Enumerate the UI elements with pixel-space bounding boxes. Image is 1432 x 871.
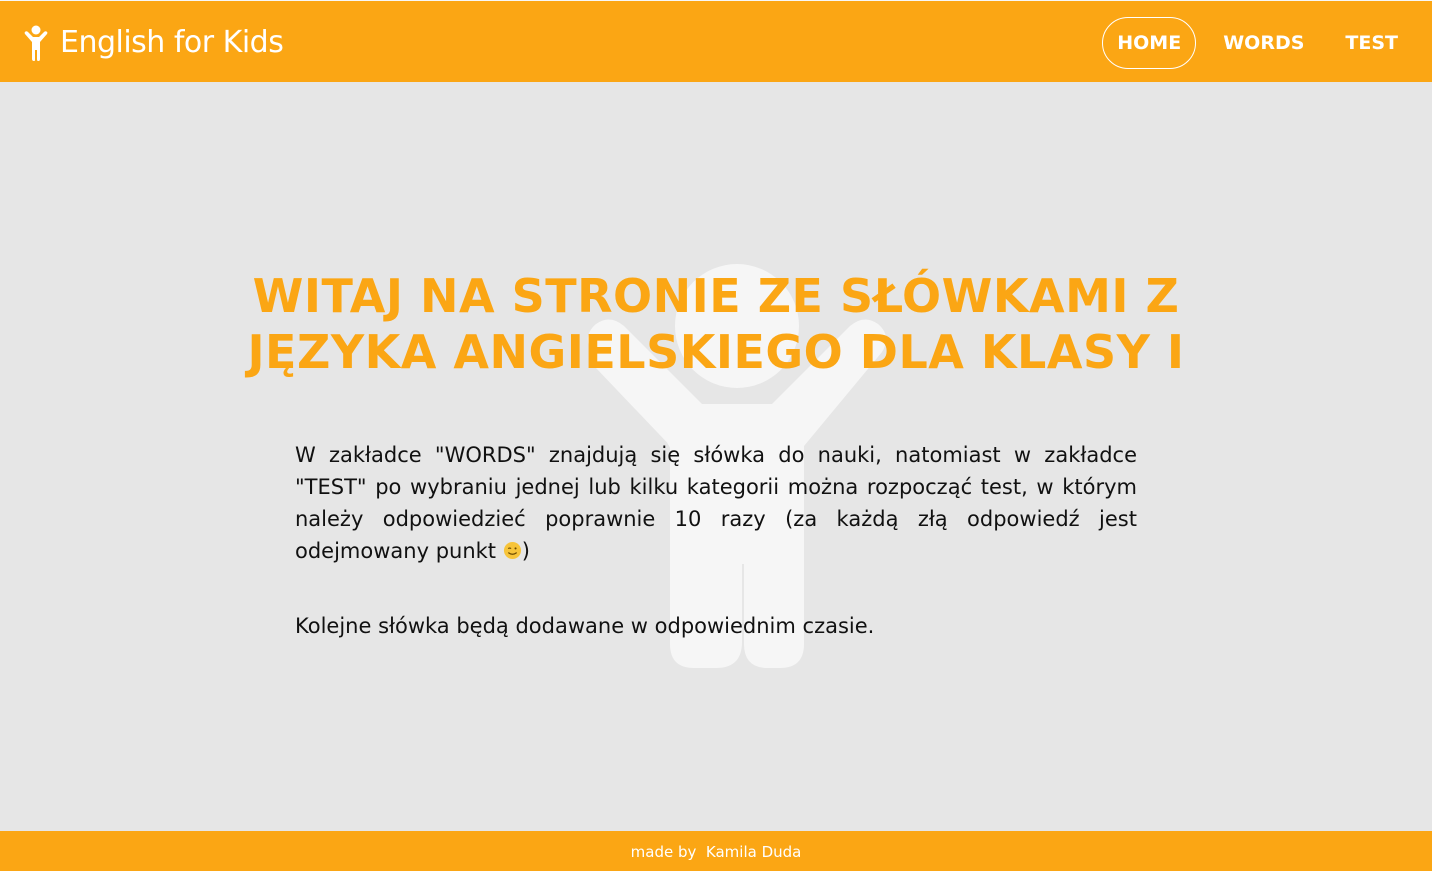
brand-link[interactable]: English for Kids [22, 23, 284, 63]
nav-home[interactable]: HOME [1102, 17, 1197, 69]
page-title: WITAJ NA STRONIE ZE SŁÓWKAMI Z JĘZYKA AN… [247, 269, 1185, 379]
main-nav: HOME WORDS TEST [1101, 17, 1418, 69]
nav-test[interactable]: TEST [1325, 17, 1418, 69]
intro-paragraph: W zakładce "WORDS" znajdują się słówka d… [295, 439, 1137, 567]
footer-credit: made by Kamila Duda [630, 843, 802, 861]
intro-content: W zakładce "WORDS" znajdują się słówka d… [295, 439, 1137, 642]
page: English for Kids HOME WORDS TEST WITAJ N… [0, 0, 1432, 871]
update-note: Kolejne słówka będą dodawane w odpowiedn… [295, 614, 875, 638]
nav-words[interactable]: WORDS [1203, 17, 1324, 69]
intro-paragraph-end: ) [521, 539, 530, 563]
wink-emoji-icon [503, 541, 521, 560]
intro-paragraph-text: W zakładce "WORDS" znajdują się słówka d… [295, 443, 1137, 563]
footer: made by Kamila Duda [0, 831, 1432, 871]
brand-title: English for Kids [60, 25, 284, 60]
top-navbar: English for Kids HOME WORDS TEST [0, 0, 1432, 82]
child-icon [24, 25, 48, 61]
